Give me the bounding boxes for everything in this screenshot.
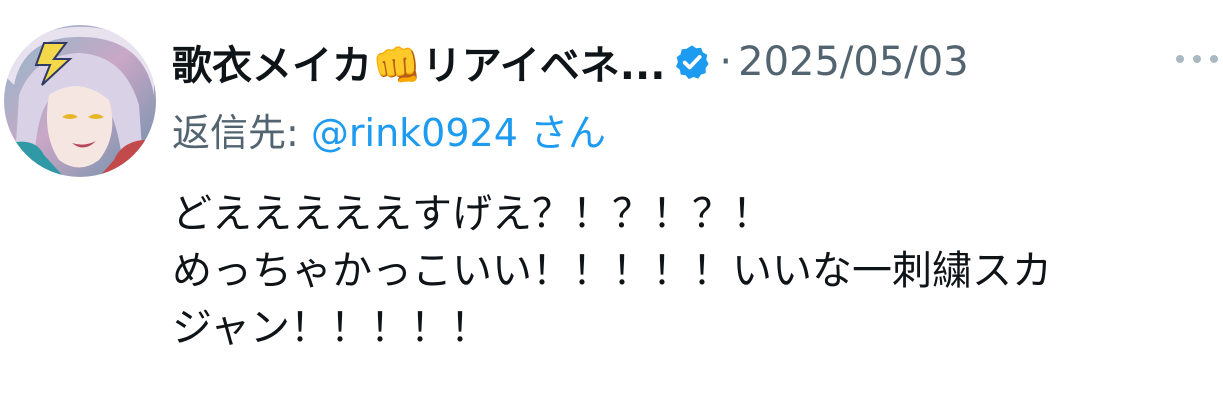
more-dots-icon[interactable] — [1176, 48, 1218, 70]
author-name-text: 歌衣メイカ — [172, 43, 372, 89]
verified-badge-icon — [673, 42, 713, 82]
header-separator: · — [719, 39, 733, 85]
tweet-timestamp[interactable]: 2025/05/03 — [738, 39, 969, 85]
tweet-text-line: ジャン！！！！！ — [172, 305, 490, 351]
reply-to-line: 返信先: @rink0924 さん — [172, 102, 606, 157]
reply-to-handle[interactable]: @rink0924 — [311, 111, 518, 155]
author-name-suffix: リアイベネ... — [421, 43, 666, 89]
more-dot — [1210, 55, 1218, 63]
more-dot — [1193, 55, 1201, 63]
tweet-text: どえええええすげえ？！？！？！ めっちゃかっこいい！！！！！いいな一刺繍スカ ジ… — [172, 186, 1212, 357]
tweet-text-line: どえええええすげえ？！？！？！ — [172, 191, 772, 237]
fist-emoji: 👊 — [372, 43, 422, 89]
tweet: 歌衣メイカ👊リアイベネ... · 2025/05/03 返信先: @rink09… — [0, 0, 1223, 407]
reply-to-suffix[interactable]: さん — [518, 111, 606, 155]
reply-to-prefix: 返信先: — [172, 111, 311, 155]
more-dot — [1176, 55, 1184, 63]
tweet-header: 歌衣メイカ👊リアイベネ... · 2025/05/03 — [172, 28, 969, 96]
avatar-illustration — [4, 25, 156, 177]
tweet-text-line: めっちゃかっこいい！！！！！いいな一刺繍スカ — [172, 248, 1052, 294]
author-display-name[interactable]: 歌衣メイカ👊リアイベネ... — [172, 33, 665, 91]
avatar[interactable] — [4, 25, 156, 177]
